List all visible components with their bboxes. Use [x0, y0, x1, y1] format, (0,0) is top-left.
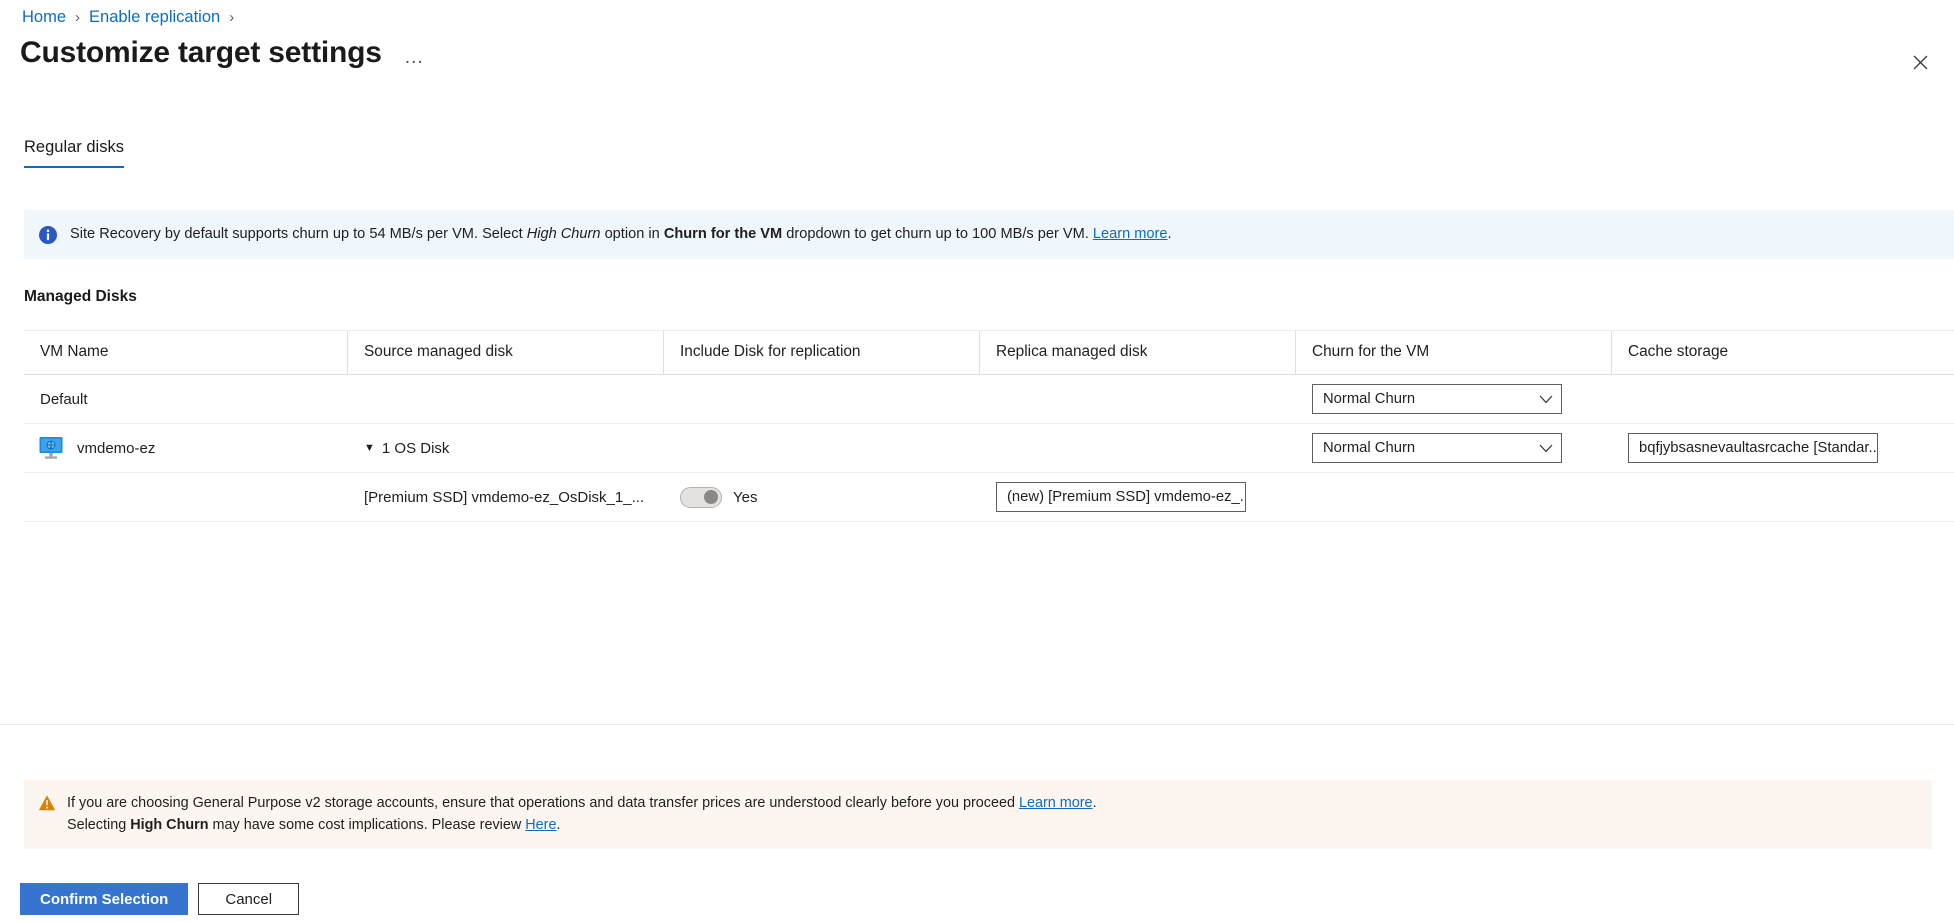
- churn-dropdown-vm[interactable]: Normal Churn: [1312, 433, 1562, 463]
- cell-vm-cache-storage: bqfjybsasnevaultasrcache [Standar...: [1612, 424, 1954, 472]
- cell-disk-cache-storage: [1612, 473, 1954, 521]
- cache-storage-dropdown-value: bqfjybsasnevaultasrcache [Standar...: [1639, 440, 1878, 456]
- cell-disk-vm-name: [24, 473, 348, 521]
- cell-disk-source-disk: [Premium SSD] vmdemo-ez_OsDisk_1_...: [348, 473, 664, 521]
- warning-here-link[interactable]: Here: [525, 817, 556, 833]
- replica-managed-disk-dropdown[interactable]: (new) [Premium SSD] vmdemo-ez_...: [996, 482, 1246, 512]
- info-text-part-2: option in: [601, 226, 664, 242]
- breadcrumb-separator-icon: ›: [75, 9, 80, 26]
- table-row-default: Default Normal Churn: [24, 375, 1954, 424]
- cell-vm-name-label: vmdemo-ez: [77, 440, 155, 457]
- expand-collapse-caret-icon[interactable]: ▼: [364, 442, 375, 454]
- cancel-button[interactable]: Cancel: [198, 883, 299, 915]
- virtual-machine-icon: [38, 436, 64, 460]
- confirm-selection-button[interactable]: Confirm Selection: [20, 883, 188, 915]
- footer-button-row: Confirm Selection Cancel: [20, 883, 299, 915]
- info-banner: Site Recovery by default supports churn …: [24, 210, 1954, 259]
- breadcrumb-item-enable-replication[interactable]: Enable replication: [89, 8, 220, 27]
- page-title: Customize target settings: [20, 36, 382, 70]
- warning-icon: [38, 794, 56, 812]
- chevron-down-icon: [1539, 444, 1553, 453]
- cell-vm-disk-summary-label: 1 OS Disk: [382, 440, 450, 457]
- column-header-vm-name[interactable]: VM Name: [24, 331, 348, 374]
- cell-default-vm-name: Default: [24, 375, 348, 423]
- breadcrumb: Home › Enable replication ›: [22, 8, 234, 27]
- tab-bar: Regular disks: [24, 138, 124, 168]
- column-header-include-disk-for-replication[interactable]: Include Disk for replication: [664, 331, 980, 374]
- column-header-replica-managed-disk[interactable]: Replica managed disk: [980, 331, 1296, 374]
- cell-default-cache-storage: [1612, 375, 1954, 423]
- cache-storage-dropdown[interactable]: bqfjybsasnevaultasrcache [Standar...: [1628, 433, 1878, 463]
- close-icon: [1913, 55, 1928, 70]
- chevron-down-icon: [1539, 395, 1553, 404]
- warning-banner: If you are choosing General Purpose v2 s…: [24, 780, 1932, 849]
- warning-line2-part2: may have some cost implications. Please …: [209, 817, 526, 833]
- customize-target-settings-blade: Home › Enable replication › Customize ta…: [0, 0, 1954, 922]
- warning-line-2: Selecting High Churn may have some cost …: [67, 814, 1097, 836]
- warning-line2-part1: Selecting: [67, 817, 130, 833]
- warning-banner-text: If you are choosing General Purpose v2 s…: [67, 792, 1097, 837]
- column-header-source-managed-disk[interactable]: Source managed disk: [348, 331, 664, 374]
- cell-default-source-disk: [348, 375, 664, 423]
- cell-disk-include-replication: Yes: [664, 473, 980, 521]
- tab-regular-disks-label: Regular disks: [24, 138, 124, 156]
- include-disk-toggle-wrap: Yes: [680, 487, 757, 508]
- churn-dropdown-default[interactable]: Normal Churn: [1312, 384, 1562, 414]
- table-row-disk: [Premium SSD] vmdemo-ez_OsDisk_1_... Yes…: [24, 473, 1954, 522]
- churn-dropdown-vm-value: Normal Churn: [1323, 440, 1415, 456]
- cell-default-churn: Normal Churn: [1296, 375, 1612, 423]
- cell-vm-disk-summary[interactable]: ▼ 1 OS Disk: [348, 424, 664, 472]
- cell-vm-include-disk: [664, 424, 980, 472]
- warning-line-1: If you are choosing General Purpose v2 s…: [67, 792, 1097, 814]
- column-header-cache-storage[interactable]: Cache storage: [1612, 331, 1954, 374]
- info-text-emphasis: High Churn: [527, 226, 601, 242]
- managed-disks-table: VM Name Source managed disk Include Disk…: [24, 330, 1954, 522]
- warning-line2-part3: .: [556, 817, 560, 833]
- cell-disk-churn: [1296, 473, 1612, 521]
- cell-vm-replica-disk: [980, 424, 1296, 472]
- cell-default-include-disk: [664, 375, 980, 423]
- info-learn-more-link[interactable]: Learn more: [1093, 226, 1168, 242]
- cell-vm-name: vmdemo-ez: [24, 424, 348, 472]
- info-icon: [38, 225, 58, 245]
- toggle-knob: [704, 490, 718, 504]
- warning-line1-part1: If you are choosing General Purpose v2 s…: [67, 795, 1019, 811]
- include-disk-toggle-label: Yes: [733, 489, 757, 506]
- breadcrumb-item-home[interactable]: Home: [22, 8, 66, 27]
- warning-line2-strong: High Churn: [130, 817, 208, 833]
- cell-vm-churn: Normal Churn: [1296, 424, 1612, 472]
- more-options-button[interactable]: …: [404, 39, 425, 67]
- section-title-managed-disks: Managed Disks: [24, 288, 137, 306]
- replica-managed-disk-dropdown-value: (new) [Premium SSD] vmdemo-ez_...: [1007, 489, 1246, 505]
- info-text-part-3: dropdown to get churn up to 100 MB/s per…: [782, 226, 1093, 242]
- cell-default-replica-disk: [980, 375, 1296, 423]
- warning-line1-part2: .: [1093, 795, 1097, 811]
- title-row: Customize target settings …: [20, 36, 425, 70]
- info-banner-text: Site Recovery by default supports churn …: [70, 224, 1172, 245]
- close-button[interactable]: [1904, 46, 1936, 78]
- warning-learn-more-link[interactable]: Learn more: [1019, 795, 1093, 811]
- info-text-part-4: .: [1168, 226, 1172, 242]
- tab-regular-disks[interactable]: Regular disks: [24, 138, 124, 168]
- column-header-churn-for-the-vm[interactable]: Churn for the VM: [1296, 331, 1612, 374]
- info-text-strong: Churn for the VM: [664, 226, 782, 242]
- cell-disk-replica-disk: (new) [Premium SSD] vmdemo-ez_...: [980, 473, 1296, 521]
- footer-divider: [0, 724, 1954, 725]
- table-row-vm: vmdemo-ez ▼ 1 OS Disk Normal Churn: [24, 424, 1954, 473]
- table-header-row: VM Name Source managed disk Include Disk…: [24, 331, 1954, 375]
- breadcrumb-separator-icon-2: ›: [229, 9, 234, 26]
- churn-dropdown-default-value: Normal Churn: [1323, 391, 1415, 407]
- include-disk-toggle[interactable]: [680, 487, 722, 508]
- info-text-part-1: Site Recovery by default supports churn …: [70, 226, 527, 242]
- table-body: Default Normal Churn: [24, 375, 1954, 522]
